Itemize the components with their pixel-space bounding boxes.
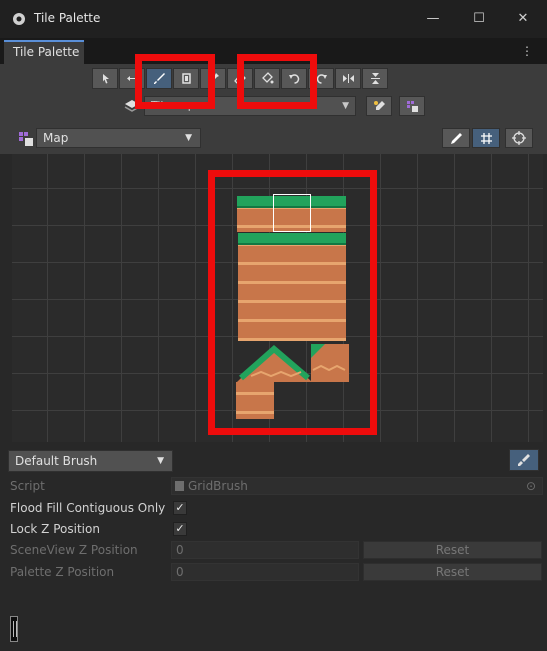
unity-logo-icon [13,13,25,25]
flood-fill-checkbox[interactable]: ✓ [173,501,187,515]
palette-dropdown[interactable]: Map ▼ [36,128,201,148]
object-picker-icon: ⊙ [525,479,536,493]
flip-vertical-icon [370,73,380,84]
lock-z-checkbox[interactable]: ✓ [173,522,187,536]
title-bar[interactable]: Tile Palette — ☐ ✕ [0,0,547,38]
sceneview-z-reset-button[interactable]: Reset [363,541,542,559]
script-label: Script [10,479,45,493]
sceneview-z-label: SceneView Z Position [10,543,138,557]
script-field-value: GridBrush [188,479,248,493]
palette-z-label: Palette Z Position [10,565,115,579]
grid-icon [480,132,492,144]
brush-inspector: Default Brush ▼ Script GridBrush ⊙ Flood… [0,442,547,651]
tile-palette-icon [406,100,418,112]
flip-horizontal-icon [342,74,354,83]
kebab-menu-icon[interactable]: ⋮ [521,44,533,58]
highlight-box-brush [135,54,215,109]
pencil-icon [450,132,462,144]
select-tool-button[interactable] [92,68,118,89]
brush-dropdown-value: Default Brush [15,454,98,468]
grid-toggle-button[interactable] [472,128,500,148]
edit-palette-button[interactable] [442,128,470,148]
flip-x-tool-button[interactable] [335,68,361,89]
window-title: Tile Palette [34,11,101,25]
crosshair-icon [512,131,526,145]
script-field: GridBrush ⊙ [171,477,543,495]
script-file-icon [175,481,184,491]
gizmo-toggle-button[interactable] [505,128,533,148]
flip-y-tool-button[interactable] [362,68,388,89]
tile-palette-icon [19,132,33,146]
minimize-button[interactable]: — [410,0,456,38]
sceneview-z-field[interactable]: 0 [171,541,359,559]
eyedropper-star-icon [373,100,385,110]
highlight-box-tiles [208,170,377,435]
focus-tilemap-button[interactable] [366,96,392,116]
tile-palette-window: Tile Palette — ☐ ✕ Tile Palette ⋮ Tilema… [0,0,547,651]
brush-picker-icon [518,454,530,466]
chevron-down-icon: ▼ [157,456,164,466]
arrow-pointer-icon [102,74,109,84]
flood-fill-label: Flood Fill Contiguous Only [10,501,166,515]
maximize-button[interactable]: ☐ [456,0,502,38]
tile-palette-button[interactable] [399,96,425,116]
chevron-down-icon: ▼ [185,133,192,143]
brush-dropdown[interactable]: Default Brush ▼ [8,450,173,472]
resize-handle[interactable] [10,616,18,642]
palette-z-field[interactable]: 0 [171,563,359,581]
chevron-down-icon: ▼ [342,101,349,111]
palette-dropdown-value: Map [43,131,69,145]
brush-picker-button[interactable] [509,449,539,471]
highlight-box-eraser [237,54,317,109]
palette-header: Map ▼ [0,122,547,154]
close-button[interactable]: ✕ [500,0,546,38]
tab-tile-palette[interactable]: Tile Palette [4,40,84,64]
palette-z-reset-button[interactable]: Reset [363,563,542,581]
lock-z-label: Lock Z Position [10,522,100,536]
